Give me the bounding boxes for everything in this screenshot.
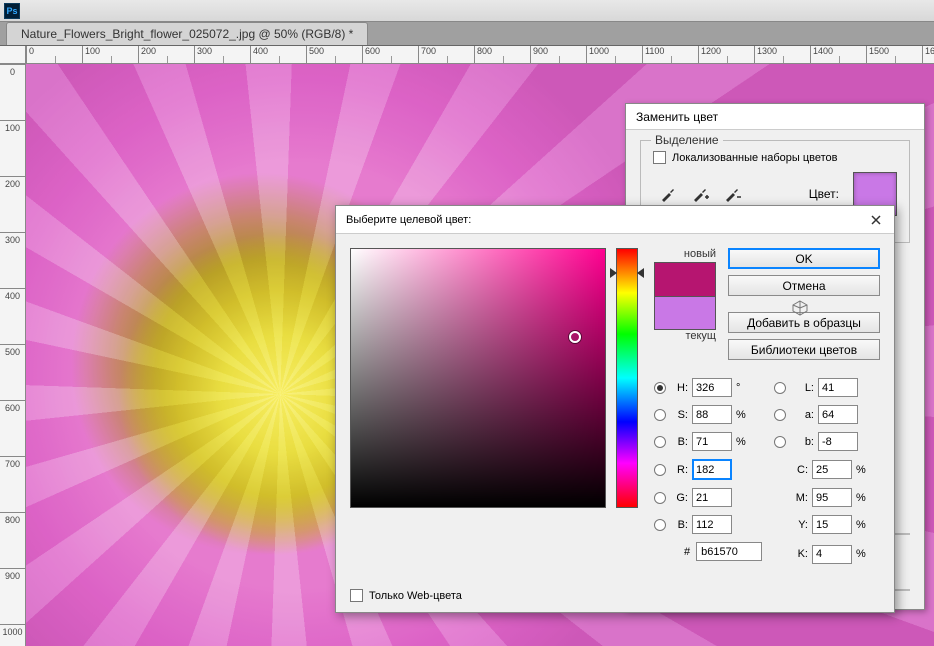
- lab-b-label: b:: [790, 436, 814, 448]
- ruler-tick: 200: [138, 46, 194, 63]
- close-button[interactable]: [868, 212, 884, 228]
- ruler-tick: 700: [418, 46, 474, 63]
- ruler-tick: 500: [0, 344, 25, 400]
- ruler-tick: 1000: [0, 624, 25, 646]
- ruler-corner: [0, 46, 26, 64]
- b-radio[interactable]: [654, 436, 666, 448]
- g-input[interactable]: [692, 488, 732, 507]
- ruler-tick: 200: [0, 176, 25, 232]
- swatch-label: Цвет:: [809, 187, 839, 201]
- a-label: a:: [790, 409, 814, 421]
- a-radio[interactable]: [774, 409, 786, 421]
- m-input[interactable]: [812, 488, 852, 507]
- ruler-tick: 100: [82, 46, 138, 63]
- web-only-label: Только Web-цвета: [369, 590, 462, 602]
- ruler-tick: 100: [0, 120, 25, 176]
- color-cursor: [569, 331, 581, 343]
- hue-slider[interactable]: [616, 248, 638, 508]
- ruler-tick: 1000: [586, 46, 642, 63]
- ruler-tick: 1200: [698, 46, 754, 63]
- color-libraries-button[interactable]: Библиотеки цветов: [728, 339, 880, 360]
- g-label: G:: [670, 492, 688, 504]
- hue-indicator-right: [637, 268, 644, 278]
- h-label: H:: [670, 382, 688, 394]
- localized-colors-checkbox[interactable]: [653, 151, 666, 164]
- k-input[interactable]: [812, 545, 852, 564]
- ruler-tick: 900: [0, 568, 25, 624]
- b-input[interactable]: [692, 432, 732, 451]
- eyedropper-icon[interactable]: [659, 185, 677, 203]
- hex-label: #: [684, 546, 690, 558]
- app-titlebar: Ps: [0, 0, 934, 22]
- eyedropper-subtract-icon[interactable]: [723, 185, 741, 203]
- ruler-tick: 800: [0, 512, 25, 568]
- document-tab[interactable]: Nature_Flowers_Bright_flower_025072_.jpg…: [6, 22, 368, 45]
- lab-b-radio[interactable]: [774, 436, 786, 448]
- ruler-tick: 1400: [810, 46, 866, 63]
- bb-input[interactable]: [692, 515, 732, 534]
- y-label: Y:: [790, 519, 808, 531]
- ruler-tick: 800: [474, 46, 530, 63]
- saturation-value-field[interactable]: [350, 248, 606, 508]
- app-icon: Ps: [4, 3, 20, 19]
- s-input[interactable]: [692, 405, 732, 424]
- c-label: C:: [790, 464, 808, 476]
- hex-input[interactable]: [696, 542, 762, 561]
- bb-radio[interactable]: [654, 519, 666, 531]
- color-picker-dialog[interactable]: Выберите целевой цвет: новый текущ: [335, 205, 895, 613]
- new-color-swatch: [654, 262, 716, 296]
- ruler-tick: 1100: [642, 46, 698, 63]
- ruler-tick: 500: [306, 46, 362, 63]
- lab-b-input[interactable]: [818, 432, 858, 451]
- replace-color-title: Заменить цвет: [626, 104, 924, 130]
- m-label: M:: [790, 492, 808, 504]
- color-picker-title: Выберите целевой цвет:: [346, 214, 471, 226]
- ruler-tick: 400: [250, 46, 306, 63]
- ruler-horizontal[interactable]: 0100200300400500600700800900100011001200…: [26, 46, 934, 64]
- ruler-tick: 600: [0, 400, 25, 456]
- localized-colors-label: Локализованные наборы цветов: [672, 152, 838, 164]
- web-only-checkbox[interactable]: [350, 589, 363, 602]
- ruler-tick: 900: [530, 46, 586, 63]
- eyedropper-add-icon[interactable]: [691, 185, 709, 203]
- l-radio[interactable]: [774, 382, 786, 394]
- g-radio[interactable]: [654, 492, 666, 504]
- a-input[interactable]: [818, 405, 858, 424]
- s-radio[interactable]: [654, 409, 666, 421]
- c-input[interactable]: [812, 460, 852, 479]
- ruler-tick: 1500: [866, 46, 922, 63]
- gamut-warning-icon[interactable]: [792, 300, 808, 316]
- k-label: K:: [790, 548, 808, 560]
- ruler-tick: 1300: [754, 46, 810, 63]
- h-input[interactable]: [692, 378, 732, 397]
- document-tabbar: Nature_Flowers_Bright_flower_025072_.jpg…: [0, 22, 934, 46]
- bb-label: B:: [670, 519, 688, 531]
- ruler-tick: 700: [0, 456, 25, 512]
- r-input[interactable]: [692, 459, 732, 480]
- ruler-tick: 400: [0, 288, 25, 344]
- y-input[interactable]: [812, 515, 852, 534]
- hue-indicator-left: [610, 268, 617, 278]
- ruler-vertical[interactable]: 01002003004005006007008009001000: [0, 64, 26, 646]
- r-radio[interactable]: [654, 464, 666, 476]
- l-label: L:: [790, 382, 814, 394]
- ruler-tick: 0: [26, 46, 82, 63]
- b-label: B:: [670, 436, 688, 448]
- selection-group-title: Выделение: [651, 133, 723, 147]
- ok-button[interactable]: OK: [728, 248, 880, 269]
- ruler-tick: 300: [194, 46, 250, 63]
- ruler-tick: 600: [362, 46, 418, 63]
- h-radio[interactable]: [654, 382, 666, 394]
- l-input[interactable]: [818, 378, 858, 397]
- new-color-label: новый: [654, 248, 716, 260]
- ruler-tick: 0: [0, 64, 25, 120]
- cancel-button[interactable]: Отмена: [728, 275, 880, 296]
- current-color-label: текущ: [654, 330, 716, 342]
- ruler-tick: 300: [0, 232, 25, 288]
- ruler-tick: 1600: [922, 46, 934, 63]
- s-label: S:: [670, 409, 688, 421]
- r-label: R:: [670, 464, 688, 476]
- current-color-swatch[interactable]: [654, 296, 716, 330]
